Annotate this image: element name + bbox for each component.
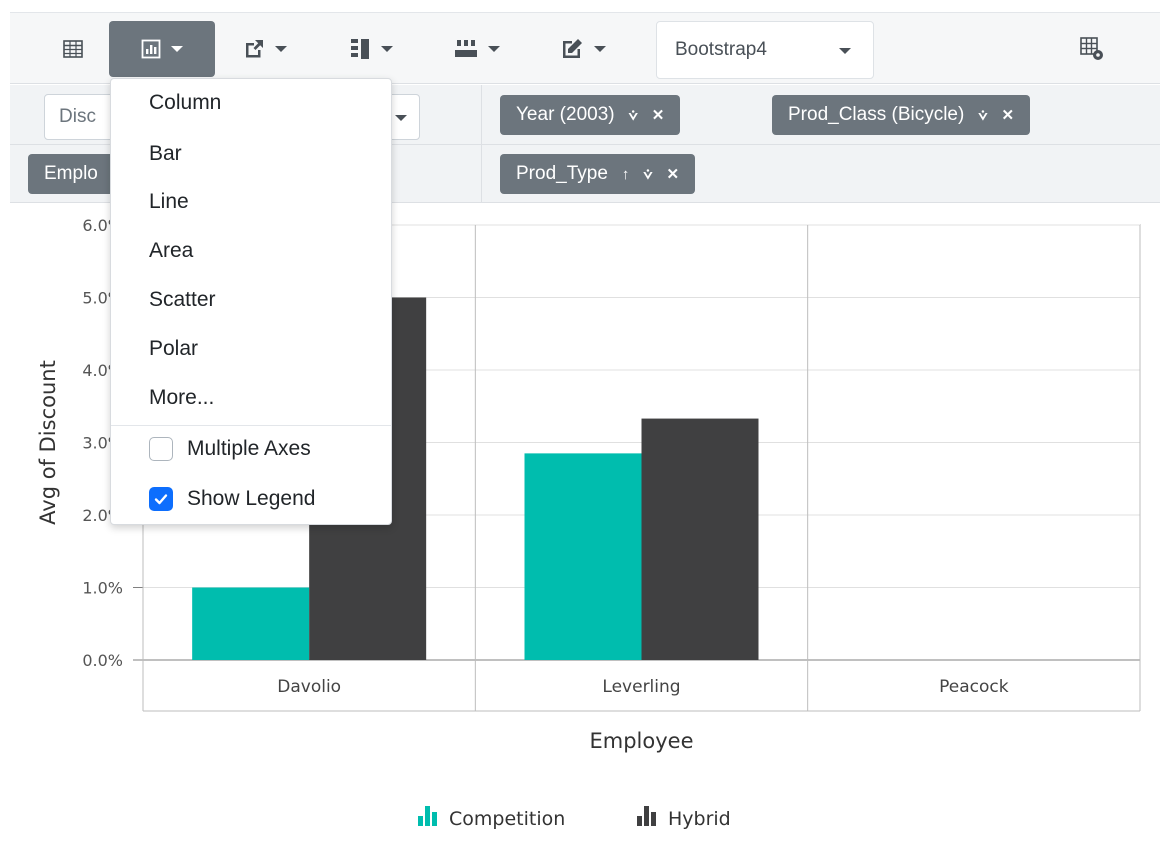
- export-icon: [246, 40, 263, 58]
- show-legend-label: Show Legend: [187, 487, 316, 510]
- show-legend-checkbox[interactable]: [149, 487, 173, 511]
- filter-pill-label: Year (2003): [516, 104, 615, 125]
- x-axis-title: Employee: [589, 729, 693, 753]
- close-icon[interactable]: ✕: [1001, 106, 1014, 124]
- subtotals-button[interactable]: [336, 21, 406, 77]
- x-tick-label: Peacock: [939, 677, 1009, 697]
- multiple-axes-label: Multiple Axes: [187, 437, 311, 460]
- y-axis-title: Avg of Discount: [36, 360, 60, 525]
- chart-type-menu: Column Bar Line Area Scatter Polar More.…: [110, 78, 392, 525]
- bar-competition-davolio: [192, 587, 310, 660]
- subtotal-icon: [351, 39, 369, 59]
- menu-item-area[interactable]: Area: [149, 236, 193, 266]
- menu-item-line[interactable]: Line: [149, 187, 189, 217]
- chevron-down-icon: [839, 48, 851, 54]
- row-field-label: Emplo: [44, 163, 98, 184]
- legend-label-hybrid: Hybrid: [668, 808, 731, 830]
- menu-item-scatter[interactable]: Scatter: [149, 285, 216, 315]
- menu-item-more[interactable]: More...: [149, 383, 214, 413]
- close-icon[interactable]: ✕: [667, 165, 680, 183]
- pivot-view: Bootstrap4 Disc Emplo Year (2003) ⩒ ✕ Pr…: [0, 0, 1160, 854]
- grid-view-button[interactable]: [50, 21, 96, 77]
- chevron-down-icon: [594, 46, 606, 52]
- legend-icon: [644, 806, 649, 826]
- export-button[interactable]: [230, 21, 300, 77]
- chevron-down-icon: [275, 46, 287, 52]
- bar-competition-leverling: [524, 453, 642, 660]
- column-pill-prod-type[interactable]: Prod_Type ↑ ⩒ ✕: [500, 154, 696, 194]
- field-list-button[interactable]: [1070, 21, 1114, 77]
- filter-pill-prod-class[interactable]: Prod_Class (Bicycle) ⩒ ✕: [772, 95, 1031, 135]
- menu-item-polar[interactable]: Polar: [149, 334, 198, 364]
- grand-totals-button[interactable]: [442, 21, 512, 77]
- menu-divider: [111, 425, 391, 426]
- pivot-toolbar: Bootstrap4: [10, 12, 1160, 84]
- grand-total-icon: [455, 40, 477, 57]
- column-pill-label: Prod_Type: [516, 163, 608, 184]
- filter-pill-label: Prod_Class (Bicycle): [788, 104, 965, 125]
- menu-item-column[interactable]: Column: [149, 88, 221, 118]
- conditional-format-button[interactable]: [546, 21, 620, 77]
- legend-icon: [425, 806, 430, 826]
- theme-select-value: Bootstrap4: [675, 39, 767, 60]
- edit-format-icon: [563, 39, 582, 58]
- grid-icon: [63, 40, 83, 58]
- y-tick-label: 0.0%: [82, 651, 123, 670]
- filter-pill-year[interactable]: Year (2003) ⩒ ✕: [500, 95, 681, 135]
- chart-view-button[interactable]: [109, 21, 215, 77]
- legend-icon: [637, 816, 642, 826]
- multiple-axes-checkbox[interactable]: [149, 437, 173, 461]
- x-tick-label: Davolio: [277, 677, 341, 697]
- x-tick-label: Leverling: [602, 677, 680, 697]
- legend-icon: [418, 816, 423, 826]
- show-legend-option[interactable]: Show Legend: [149, 487, 315, 511]
- legend-icon: [651, 812, 656, 826]
- menu-item-bar[interactable]: Bar: [149, 139, 182, 169]
- bar-hybrid-leverling: [641, 418, 759, 660]
- legend-icon: [432, 812, 437, 826]
- multiple-axes-option[interactable]: Multiple Axes: [149, 437, 311, 461]
- checkmark-icon: [154, 494, 168, 505]
- close-icon[interactable]: ✕: [652, 106, 665, 124]
- field-list-icon: [1080, 37, 1103, 60]
- legend-label-competition: Competition: [449, 808, 565, 830]
- chevron-down-icon: [171, 46, 183, 52]
- filter-icon[interactable]: ⩒: [978, 107, 987, 124]
- values-dropdown-value: Disc: [59, 106, 96, 127]
- filter-icon[interactable]: ⩒: [643, 166, 652, 183]
- chevron-down-icon: [488, 46, 500, 52]
- theme-select[interactable]: Bootstrap4: [656, 21, 874, 79]
- y-tick-label: 1.0%: [82, 579, 123, 598]
- sort-ascending-icon[interactable]: ↑: [622, 166, 630, 183]
- filter-icon[interactable]: ⩒: [629, 107, 638, 124]
- chart-icon: [141, 39, 161, 59]
- chevron-down-icon: [381, 46, 393, 52]
- chevron-down-icon: [395, 115, 407, 121]
